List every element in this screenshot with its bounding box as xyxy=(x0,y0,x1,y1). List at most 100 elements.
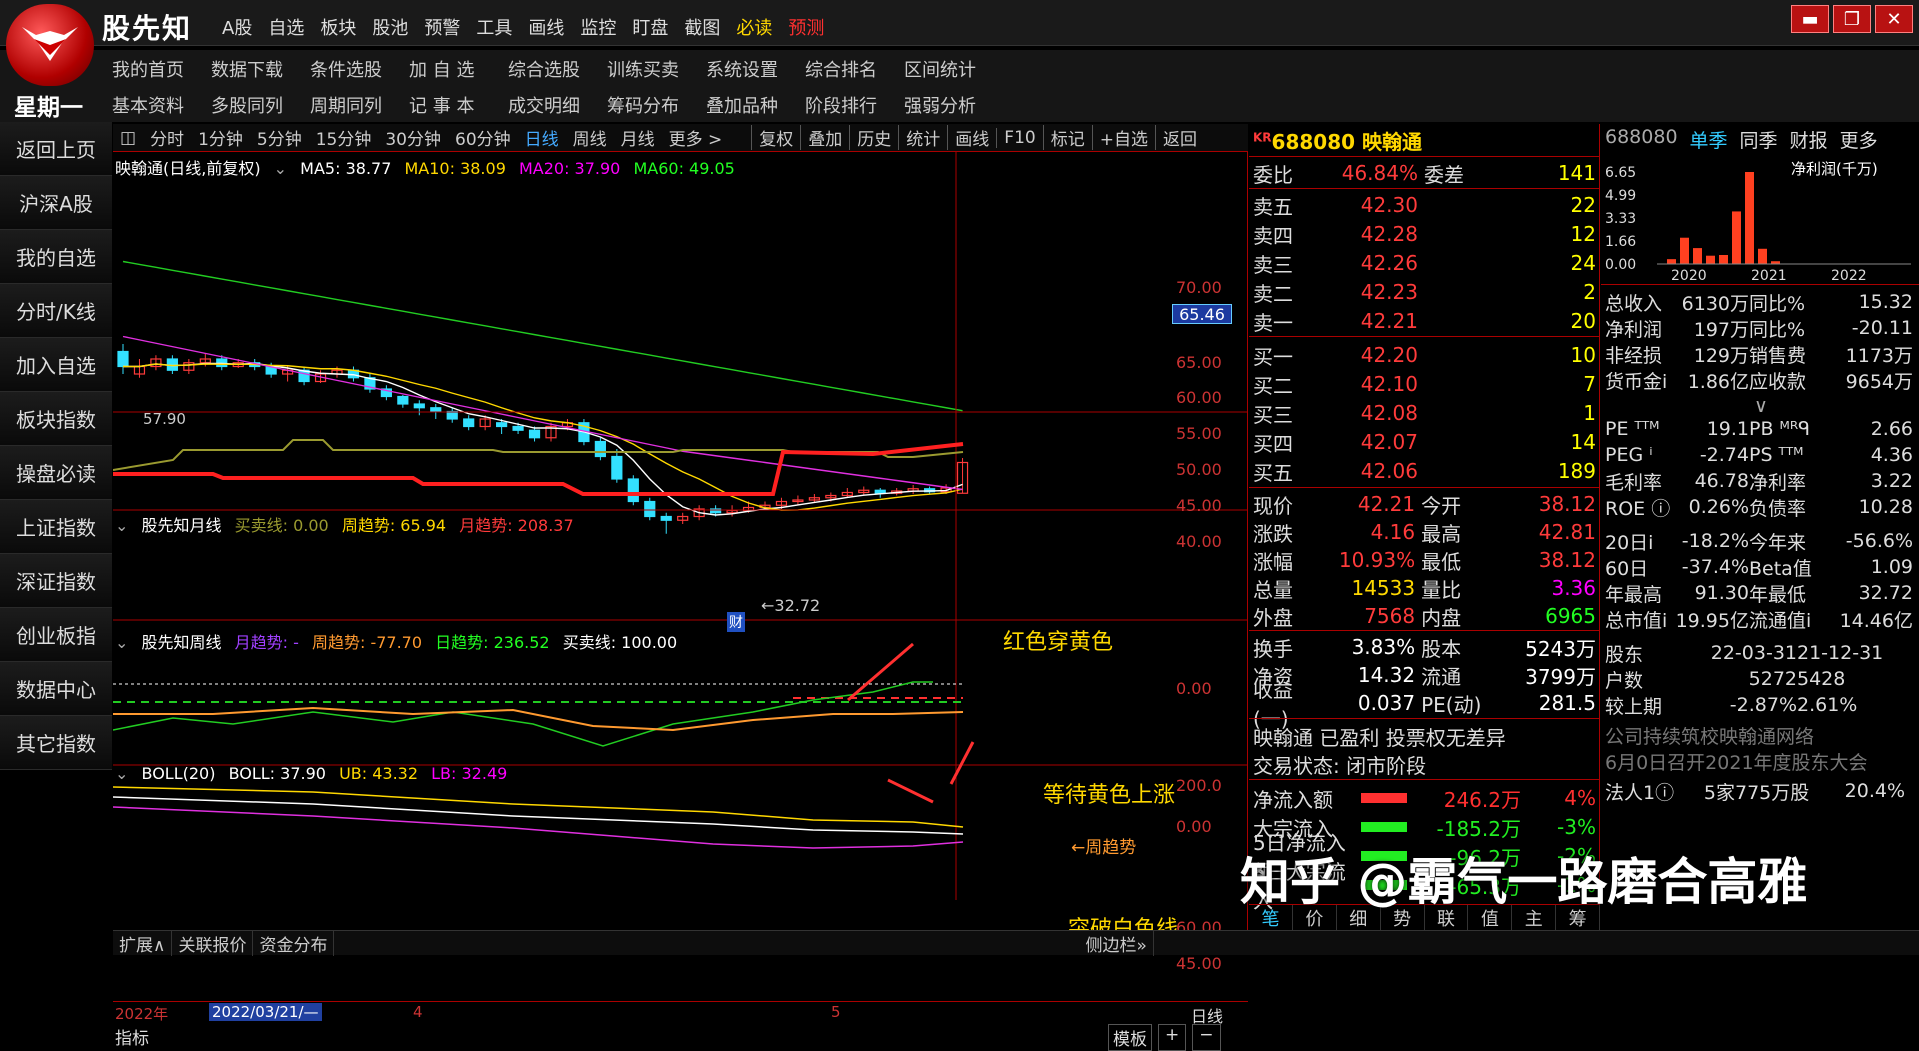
fin-tab-report[interactable]: 财报 xyxy=(1790,126,1828,153)
fin-row-cell: 1173万 xyxy=(1845,344,1913,367)
sidebar-data-center[interactable]: 数据中心 xyxy=(0,662,112,716)
tb-adjust-button[interactable]: 复权 xyxy=(751,125,800,150)
func-composite[interactable]: 综合选股 xyxy=(508,56,607,82)
sidebar-sector-index[interactable]: 板块指数 xyxy=(0,392,112,446)
fin-tab-more[interactable]: 更多 xyxy=(1840,126,1878,153)
tb-draw-button[interactable]: 画线 xyxy=(947,125,996,150)
tb-period-60m[interactable]: 60分钟 xyxy=(448,125,518,150)
remove-indicator-button[interactable]: − xyxy=(1192,1024,1221,1051)
finance-marker[interactable]: 财 xyxy=(727,612,745,632)
sidebar-back[interactable]: 返回上页 xyxy=(0,122,112,176)
minimize-button[interactable]: ▬ xyxy=(1791,5,1829,33)
fund-distribution-button[interactable]: 资金分布 xyxy=(253,930,335,956)
flow-row: 净流入额 246.2万 4% xyxy=(1253,784,1596,812)
sidebar-gem-index[interactable]: 创业板指 xyxy=(0,608,112,662)
stat2-row-cell: 14.32 xyxy=(1357,663,1416,687)
add-indicator-button[interactable]: + xyxy=(1158,1024,1187,1051)
func-basic[interactable]: 基本资料 xyxy=(112,92,211,118)
template-button[interactable]: 模板 xyxy=(1108,1024,1152,1051)
sidebar-sh-sz-a[interactable]: 沪深A股 xyxy=(0,176,112,230)
tb-back-button[interactable]: 返回 xyxy=(1154,125,1204,150)
func-notepad[interactable]: 记 事 本 xyxy=(409,92,508,118)
sidebar-add-watch[interactable]: 加入自选 xyxy=(0,338,112,392)
fin-row-cell: 净利润 xyxy=(1605,318,1663,341)
trade-status: 交易状态: 闭市阶段 xyxy=(1253,754,1427,778)
tb-period-weekly[interactable]: 周线 xyxy=(566,125,614,150)
finance-panel: 688080 单季 同季 财报 更多 净利润(千万) 6.65 4.99 3.33 1… xyxy=(1601,124,1919,930)
menu-must-read[interactable]: 必读 xyxy=(736,14,772,40)
expand-button[interactable]: 扩展∧ xyxy=(113,930,173,956)
related-quote-button[interactable]: 关联报价 xyxy=(172,930,254,956)
fin-tab-same[interactable]: 同季 xyxy=(1740,126,1778,153)
func-condition[interactable]: 条件选股 xyxy=(310,56,409,82)
func-ranking[interactable]: 综合排名 xyxy=(805,56,904,82)
tb-period-more[interactable]: 更多 > xyxy=(662,125,730,150)
func-home[interactable]: 我的首页 xyxy=(112,56,211,82)
tb-stats-button[interactable]: 统计 xyxy=(898,125,947,150)
menu-a-share[interactable]: A股 xyxy=(222,14,252,40)
menu-watchlist[interactable]: 自选 xyxy=(268,14,304,40)
sidebar-kline[interactable]: 分时/K线 xyxy=(0,284,112,338)
tb-history-button[interactable]: 历史 xyxy=(849,125,898,150)
func-deals[interactable]: 成交明细 xyxy=(508,92,607,118)
sidebar-sh-index[interactable]: 上证指数 xyxy=(0,500,112,554)
weekly-day-trend xyxy=(113,681,933,747)
legal-person-row-cell: 20.4% xyxy=(1844,780,1905,802)
tb-add-watch-button[interactable]: +自选 xyxy=(1091,125,1155,150)
x-year: 2022年 xyxy=(115,1005,169,1023)
menu-draw[interactable]: 画线 xyxy=(528,14,564,40)
func-stage[interactable]: 阶段排行 xyxy=(805,92,904,118)
stat2-row-cell: 股本 xyxy=(1421,636,1462,661)
tb-overlay-button[interactable]: 叠加 xyxy=(800,125,849,150)
func-overlay[interactable]: 叠加品种 xyxy=(706,92,805,118)
func-settings[interactable]: 系统设置 xyxy=(706,56,805,82)
func-download[interactable]: 数据下载 xyxy=(211,56,310,82)
sidebar-my-watch[interactable]: 我的自选 xyxy=(0,230,112,284)
menu-watch[interactable]: 盯盘 xyxy=(632,14,668,40)
kline-chart-area[interactable]: ◫ 分时 1分钟 5分钟 15分钟 30分钟 60分钟 日线 周线 月线 更多 … xyxy=(113,124,1248,1051)
func-multi[interactable]: 多股同列 xyxy=(211,92,310,118)
menu-tools[interactable]: 工具 xyxy=(476,14,512,40)
sidebar-must-read[interactable]: 操盘必读 xyxy=(0,446,112,500)
menu-monitor[interactable]: 监控 xyxy=(580,14,616,40)
menu-forecast[interactable]: 预测 xyxy=(788,14,824,40)
fin-tab-quarter[interactable]: 单季 xyxy=(1690,126,1728,153)
tb-period-monthly[interactable]: 月线 xyxy=(614,125,662,150)
legal-person-row: 法人1ⓘ 5家 775万股 20.4% xyxy=(1605,776,1917,806)
tb-period-1m[interactable]: 1分钟 xyxy=(191,125,250,150)
func-interval[interactable]: 区间统计 xyxy=(904,56,1003,82)
tb-f10-button[interactable]: F10 xyxy=(996,127,1042,148)
func-add-watch[interactable]: 加 自 选 xyxy=(409,56,508,82)
function-menu: 我的首页 数据下载 条件选股 加 自 选 综合选股 训练买卖 系统设置 综合排名… xyxy=(0,50,1919,122)
tb-period-intraday[interactable]: 分时 xyxy=(143,125,191,150)
tb-period-15m[interactable]: 15分钟 xyxy=(309,125,379,150)
fin-row-cell: 总收入 xyxy=(1605,292,1663,315)
tb-period-daily[interactable]: 日线 xyxy=(518,125,566,150)
func-period[interactable]: 周期同列 xyxy=(310,92,409,118)
func-strength[interactable]: 强弱分析 xyxy=(904,92,1003,118)
close-button[interactable]: ✕ xyxy=(1875,5,1913,33)
tb-mark-button[interactable]: 标记 xyxy=(1042,125,1092,150)
menu-sector[interactable]: 板块 xyxy=(320,14,356,40)
annotation-arrow xyxy=(847,642,914,702)
fin-perf-row-cell: 流通值i xyxy=(1749,609,1812,632)
fin-ratio-row-cell: 3.22 xyxy=(1870,470,1913,492)
menu-screenshot[interactable]: 截图 xyxy=(684,14,720,40)
indicator-tab[interactable]: 指标 xyxy=(115,1024,149,1049)
func-chips[interactable]: 筹码分布 xyxy=(607,92,706,118)
sidebar-sz-index[interactable]: 深证指数 xyxy=(0,554,112,608)
menu-stock-pool[interactable]: 股池 xyxy=(372,14,408,40)
fin-perf-row-cell: 91.30 xyxy=(1694,582,1749,604)
news-item[interactable]: 6月0日召开2021年度股东大会 xyxy=(1605,746,1917,776)
fin-row-cell: 9654万 xyxy=(1845,370,1913,393)
tb-period-5m[interactable]: 5分钟 xyxy=(250,125,309,150)
maximize-button[interactable]: ❐ xyxy=(1833,5,1871,33)
tb-toggle-icon[interactable]: ◫ xyxy=(113,128,143,148)
menu-alert[interactable]: 预警 xyxy=(424,14,460,40)
sidebar-other-index[interactable]: 其它指数 xyxy=(0,716,112,770)
annotation-arrow xyxy=(887,778,934,804)
sidebar-toggle-button[interactable]: 侧边栏» xyxy=(1079,930,1154,956)
tb-period-30m[interactable]: 30分钟 xyxy=(378,125,448,150)
func-training[interactable]: 训练买卖 xyxy=(607,56,706,82)
stat-row: 涨幅 10.93% 最低 38.12 xyxy=(1253,546,1596,574)
